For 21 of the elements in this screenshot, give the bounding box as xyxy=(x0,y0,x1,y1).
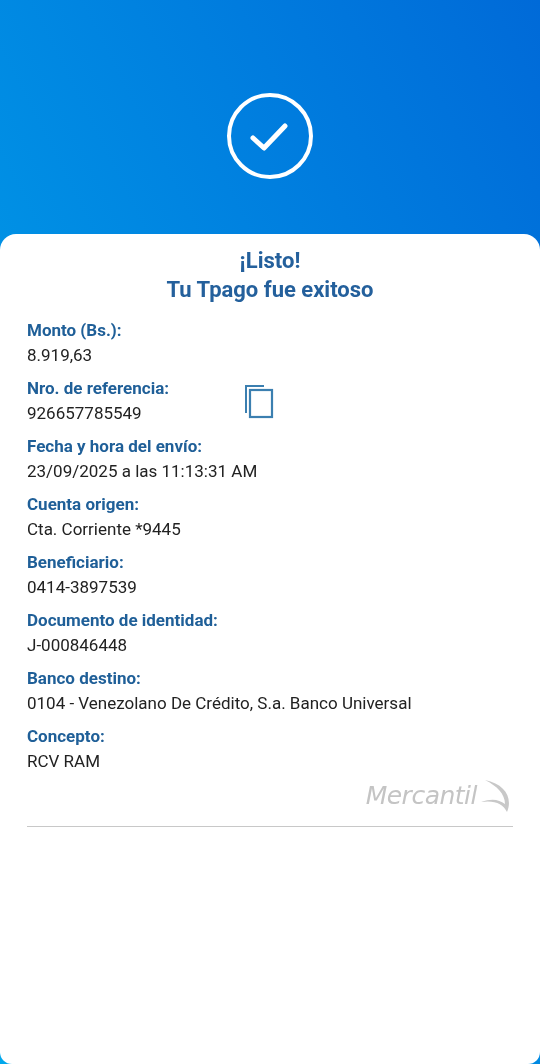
copy-button[interactable] xyxy=(244,383,274,419)
field-value: 23/09/2025 a las 11:13:31 AM xyxy=(27,460,258,483)
field-value: 8.919,63 xyxy=(27,344,94,367)
field-label: Monto (Bs.): xyxy=(27,319,122,342)
success-title: Tu Tpago fue exitoso xyxy=(166,276,374,304)
field-label: Banco destino: xyxy=(27,667,142,690)
field-value: RCV RAM xyxy=(27,750,101,773)
check-circle-icon xyxy=(226,92,314,180)
field-value: 0104 - Venezolano De Crédito, S.a. Banco Universal xyxy=(27,692,412,715)
field-label: Fecha y hora del envío: xyxy=(27,435,204,458)
field-value: Cta. Corriente *9445 xyxy=(27,518,181,541)
field-label: Cuenta origen: xyxy=(27,493,140,516)
field-label: Beneficiario: xyxy=(27,551,125,574)
field-label: Documento de identidad: xyxy=(27,609,218,632)
success-title: ¡Listo! xyxy=(239,247,301,275)
brand-logo-text: Mercantil xyxy=(365,781,477,811)
field-value: J-000846448 xyxy=(27,634,129,657)
field-label: Concepto: xyxy=(27,725,105,748)
field-value: 0414-3897539 xyxy=(27,576,137,599)
field-label: Nro. de referencia: xyxy=(27,377,171,400)
field-value: 926657785549 xyxy=(27,402,143,425)
